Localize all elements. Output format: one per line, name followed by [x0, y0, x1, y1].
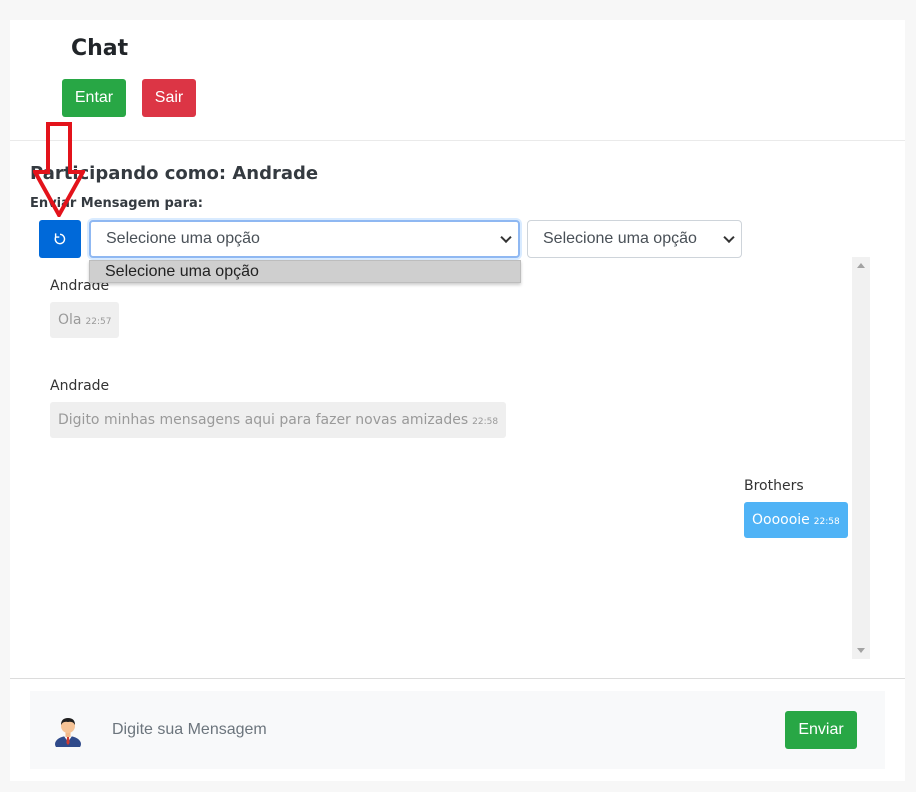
message-sender: Brothers	[744, 478, 804, 494]
exit-button[interactable]: Sair	[142, 79, 196, 117]
chat-header: Chat Entar Sair	[10, 20, 905, 141]
refresh-icon	[54, 233, 66, 245]
red-down-arrow	[33, 122, 85, 217]
dropdown-option[interactable]: Selecione uma opção	[89, 260, 521, 283]
page-title: Chat	[71, 36, 129, 61]
message-bubble: Oooooie 22:58	[744, 502, 848, 538]
send-button[interactable]: Enviar	[785, 711, 857, 749]
message-list[interactable]: Andrade Ola 22:57 Andrade Digito minhas …	[30, 257, 870, 659]
secondary-select-value: Selecione uma opção	[543, 230, 697, 247]
message-time: 22:57	[85, 317, 112, 327]
chevron-down-icon	[723, 231, 735, 244]
message-time: 22:58	[813, 517, 840, 527]
message-bubble: Ola 22:57	[50, 302, 120, 338]
chat-card: Chat Entar Sair Participando como: Andra…	[10, 20, 905, 781]
compose-bar: Enviar	[30, 691, 885, 769]
message-scrollbar[interactable]	[852, 257, 870, 659]
message-text: Ola	[58, 312, 82, 328]
message-sender: Andrade	[50, 378, 110, 394]
username: Andrade	[232, 163, 319, 184]
message-text: Digito minhas mensagens aqui para fazer …	[58, 412, 469, 428]
message-time: 22:58	[472, 417, 499, 427]
scroll-up-icon[interactable]	[857, 263, 865, 268]
enter-button[interactable]: Entar	[62, 79, 126, 117]
recipient-select-value: Selecione uma opção	[106, 230, 260, 247]
chevron-down-icon	[500, 231, 512, 244]
refresh-button[interactable]	[39, 220, 81, 258]
message-input[interactable]	[112, 711, 752, 749]
scroll-down-icon[interactable]	[857, 648, 865, 653]
avatar-icon	[55, 718, 81, 747]
divider	[10, 678, 905, 679]
secondary-select[interactable]: Selecione uma opção	[527, 220, 742, 258]
message-bubble: Digito minhas mensagens aqui para fazer …	[50, 402, 507, 438]
message-text: Oooooie	[752, 512, 810, 528]
recipient-select[interactable]: Selecione uma opção	[89, 220, 520, 258]
